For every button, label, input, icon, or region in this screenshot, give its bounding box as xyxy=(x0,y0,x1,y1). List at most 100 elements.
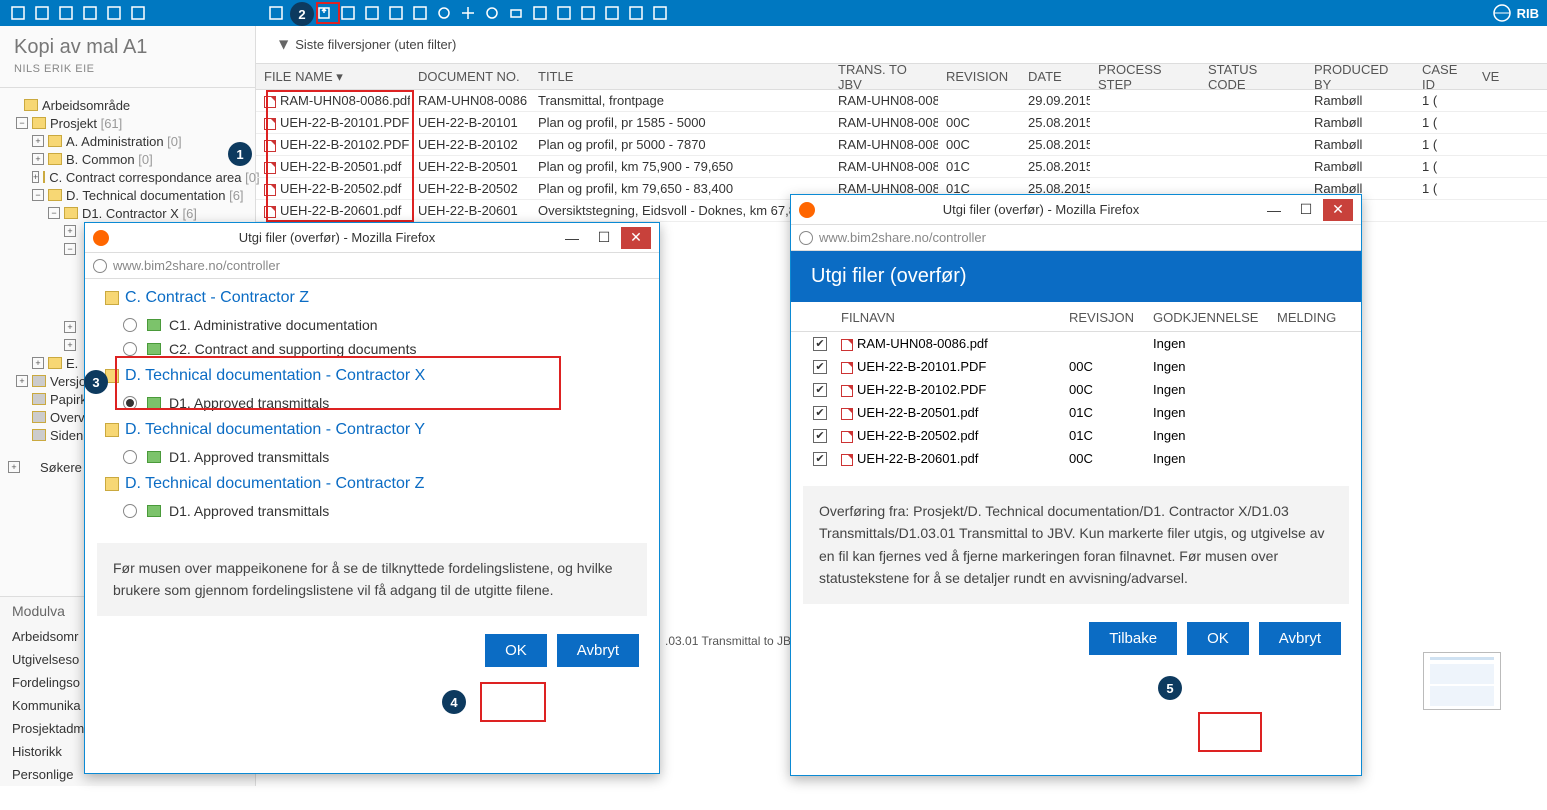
col-caseid[interactable]: CASE ID xyxy=(1414,62,1474,92)
table-row[interactable]: RAM-UHN08-0086.pdfRAM-UHN08-0086Transmit… xyxy=(256,90,1547,112)
globe-icon xyxy=(93,259,107,273)
folder-group[interactable]: D. Technical documentation - Contractor … xyxy=(101,415,643,445)
toolbar-icon[interactable] xyxy=(434,3,454,23)
step-badge-3: 3 xyxy=(84,370,108,394)
file-row[interactable]: ✔UEH-22-B-20502.pdf01CIngen xyxy=(791,424,1361,447)
toolbar-icon[interactable] xyxy=(32,3,52,23)
document-thumbnail[interactable] xyxy=(1423,652,1501,710)
toolbar-icon[interactable] xyxy=(530,3,550,23)
folder-group[interactable]: D. Technical documentation - Contractor … xyxy=(101,469,643,499)
folder-group[interactable]: C. Contract - Contractor Z xyxy=(101,283,643,313)
project-title: Kopi av mal A1 xyxy=(0,26,255,63)
toolbar-icon[interactable] xyxy=(602,3,622,23)
file-row[interactable]: ✔UEH-22-B-20101.PDF00CIngen xyxy=(791,355,1361,378)
toolbar-icon[interactable] xyxy=(80,3,100,23)
table-row[interactable]: UEH-22-B-20501.pdfUEH-22-B-20501Plan og … xyxy=(256,156,1547,178)
toolbar-icon[interactable] xyxy=(458,3,478,23)
file-row[interactable]: ✔UEH-22-B-20601.pdf00CIngen xyxy=(791,447,1361,470)
tree-root[interactable]: Arbeidsområde xyxy=(4,96,251,114)
toolbar-icon[interactable] xyxy=(482,3,502,23)
toolbar-icon[interactable] xyxy=(410,3,430,23)
step-badge-2: 2 xyxy=(290,2,314,26)
globe-icon xyxy=(799,231,813,245)
modal-header: Utgi filer (overfør) xyxy=(791,251,1361,302)
table-row[interactable]: UEH-22-B-20101.PDFUEH-22-B-20101Plan og … xyxy=(256,112,1547,134)
user-name: NILS ERIK EIE xyxy=(0,63,255,88)
file-row[interactable]: ✔UEH-22-B-20501.pdf01CIngen xyxy=(791,401,1361,424)
toolbar-icon[interactable] xyxy=(8,3,28,23)
modal-note: Overføring fra: Prosjekt/D. Technical do… xyxy=(803,486,1349,604)
brand-text: RIB xyxy=(1517,6,1539,21)
tree-node[interactable]: +B. Common [0] xyxy=(4,150,251,168)
modal-publish-confirm: Utgi filer (overfør) - Mozilla Firefox —… xyxy=(790,194,1362,776)
toolbar-icon[interactable] xyxy=(626,3,646,23)
folder-option[interactable]: D1. Approved transmittals xyxy=(101,499,643,523)
close-button[interactable]: ✕ xyxy=(1323,199,1353,221)
expand-icon[interactable]: ▶ xyxy=(278,40,292,49)
table-row[interactable]: UEH-22-B-20102.PDFUEH-22-B-20102Plan og … xyxy=(256,134,1547,156)
folder-option[interactable]: C2. Contract and supporting documents xyxy=(101,337,643,361)
folder-option[interactable]: D1. Approved transmittals xyxy=(101,445,643,469)
col-title[interactable]: TITLE xyxy=(530,69,830,84)
content-title-bar: ▶ Siste filversjoner (uten filter) xyxy=(256,26,1547,64)
ok-button[interactable]: OK xyxy=(1187,622,1249,655)
toolbar-icon[interactable] xyxy=(554,3,574,23)
tree-node[interactable]: +A. Administration [0] xyxy=(4,132,251,150)
close-button[interactable]: ✕ xyxy=(621,227,651,249)
minimize-button[interactable]: — xyxy=(557,227,587,249)
content-title: Siste filversjoner (uten filter) xyxy=(295,37,456,52)
firefox-icon xyxy=(93,230,109,246)
col-ve[interactable]: VE xyxy=(1474,69,1494,84)
step-badge-5: 5 xyxy=(1158,676,1182,700)
col-producedby[interactable]: PRODUCED BY xyxy=(1306,62,1414,92)
tree-node[interactable]: −D1. Contractor X [6] xyxy=(4,204,251,222)
folder-option[interactable]: C1. Administrative documentation xyxy=(101,313,643,337)
url-text: www.bim2share.no/controller xyxy=(113,258,280,273)
toolbar-icon[interactable] xyxy=(56,3,76,23)
toolbar-icon[interactable] xyxy=(386,3,406,23)
toolbar-icon[interactable] xyxy=(578,3,598,23)
file-row[interactable]: ✔RAM-UHN08-0086.pdfIngen xyxy=(791,332,1361,355)
col-processstep[interactable]: PROCESS STEP xyxy=(1090,62,1200,92)
col-filename[interactable]: FILE NAME ▾ xyxy=(256,69,410,85)
m2-col-revision: REVISJON xyxy=(1063,310,1147,325)
toolbar-icon[interactable] xyxy=(362,3,382,23)
step-badge-4: 4 xyxy=(442,690,466,714)
tree-node[interactable]: −Prosjekt [61] xyxy=(4,114,251,132)
modal-note: Før musen over mappeikonene for å se de … xyxy=(97,543,647,616)
file-row[interactable]: ✔UEH-22-B-20102.PDF00CIngen xyxy=(791,378,1361,401)
tree-node[interactable]: −D. Technical documentation [6] xyxy=(4,186,251,204)
minimize-button[interactable]: — xyxy=(1259,199,1289,221)
folder-option[interactable]: D1. Approved transmittals xyxy=(101,391,643,415)
toolbar-icon[interactable] xyxy=(266,3,286,23)
toolbar-icon[interactable] xyxy=(506,3,526,23)
breadcrumb-fragment: .03.01 Transmittal to JB xyxy=(665,634,791,648)
brand-logo: RIB xyxy=(1493,4,1539,22)
modal-title: Utgi filer (overfør) - Mozilla Firefox xyxy=(117,230,557,245)
step-badge-1: 1 xyxy=(228,142,252,166)
ok-button[interactable]: OK xyxy=(485,634,547,667)
toolbar-icon[interactable] xyxy=(650,3,670,23)
maximize-button[interactable]: ☐ xyxy=(589,227,619,249)
cancel-button[interactable]: Avbryt xyxy=(557,634,639,667)
tree-node[interactable]: +C. Contract correspondance area [0] xyxy=(4,168,251,186)
col-trans[interactable]: TRANS. TO JBV xyxy=(830,62,938,92)
toolbar-left-icons xyxy=(8,3,148,23)
toolbar-publish-icon[interactable] xyxy=(314,3,334,23)
col-revision[interactable]: REVISION xyxy=(938,69,1020,84)
toolbar-icon[interactable] xyxy=(128,3,148,23)
toolbar-icon[interactable] xyxy=(104,3,124,23)
modal-publish-target: Utgi filer (overfør) - Mozilla Firefox —… xyxy=(84,222,660,774)
top-toolbar: RIB xyxy=(0,0,1547,26)
cancel-button[interactable]: Avbryt xyxy=(1259,622,1341,655)
modal-title: Utgi filer (overfør) - Mozilla Firefox xyxy=(823,202,1259,217)
back-button[interactable]: Tilbake xyxy=(1089,622,1177,655)
url-text: www.bim2share.no/controller xyxy=(819,230,986,245)
folder-group[interactable]: D. Technical documentation - Contractor … xyxy=(101,361,643,391)
maximize-button[interactable]: ☐ xyxy=(1291,199,1321,221)
col-date[interactable]: DATE xyxy=(1020,69,1090,84)
m2-col-approval: GODKJENNELSE xyxy=(1147,310,1271,325)
toolbar-icon[interactable] xyxy=(338,3,358,23)
col-statuscode[interactable]: STATUS CODE xyxy=(1200,62,1306,92)
col-docno[interactable]: DOCUMENT NO. xyxy=(410,69,530,84)
